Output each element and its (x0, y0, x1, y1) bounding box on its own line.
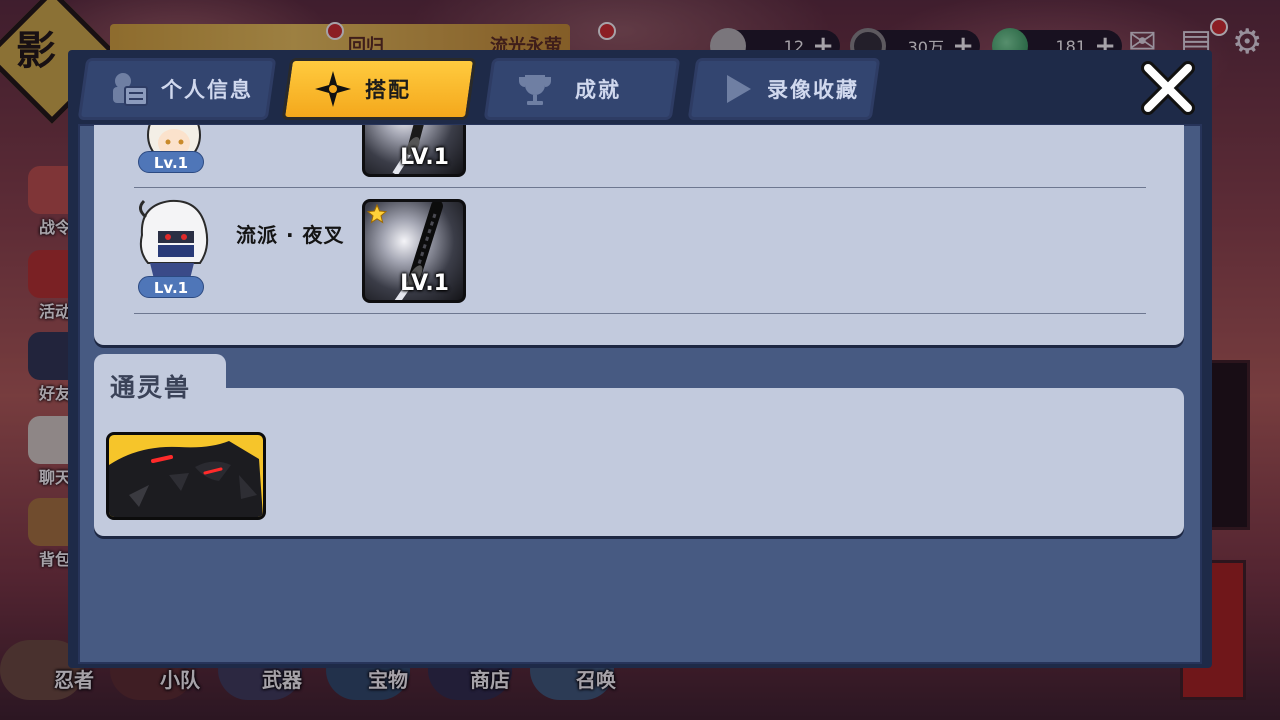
loadout-list[interactable]: Lv.1 LV.1 Lv.1 流派 · 夜叉 LV.1 (94, 125, 1184, 345)
trophy-icon (519, 75, 551, 105)
shuriken-icon (315, 71, 351, 107)
weapon-level: LV.1 (400, 145, 449, 170)
star-icon (367, 204, 387, 224)
tab-replays[interactable]: 录像收藏 (687, 58, 881, 120)
id-card-icon (113, 73, 148, 106)
masked-white-haired-ninja-icon (139, 199, 209, 279)
ninja-level-badge: Lv.1 (138, 151, 204, 173)
weapon-slot[interactable]: LV.1 (362, 199, 466, 303)
ninja-level-badge: Lv.1 (138, 276, 204, 298)
row-divider (134, 313, 1146, 314)
tab-achievements[interactable]: 成就 (483, 58, 681, 120)
tab-loadout[interactable]: 搭配 (281, 58, 477, 120)
close-icon[interactable] (1140, 60, 1196, 116)
tab-profile[interactable]: 个人信息 (77, 58, 277, 120)
tab-replays-label: 录像收藏 (767, 78, 859, 102)
ninja-avatar[interactable] (130, 195, 209, 281)
tab-loadout-label: 搭配 (365, 78, 411, 102)
play-icon (727, 75, 751, 103)
row-divider (134, 187, 1146, 188)
tab-profile-label: 个人信息 (161, 78, 253, 102)
spirit-beast-slot[interactable] (106, 432, 266, 520)
tab-achievements-label: 成就 (575, 78, 621, 102)
black-dragon-icon (109, 441, 263, 517)
spirit-beast-title: 通灵兽 (110, 373, 192, 402)
ninja-school-name: 流派 · 夜叉 (236, 223, 345, 247)
weapon-level: LV.1 (400, 271, 449, 296)
weapon-slot[interactable]: LV.1 (362, 125, 466, 177)
